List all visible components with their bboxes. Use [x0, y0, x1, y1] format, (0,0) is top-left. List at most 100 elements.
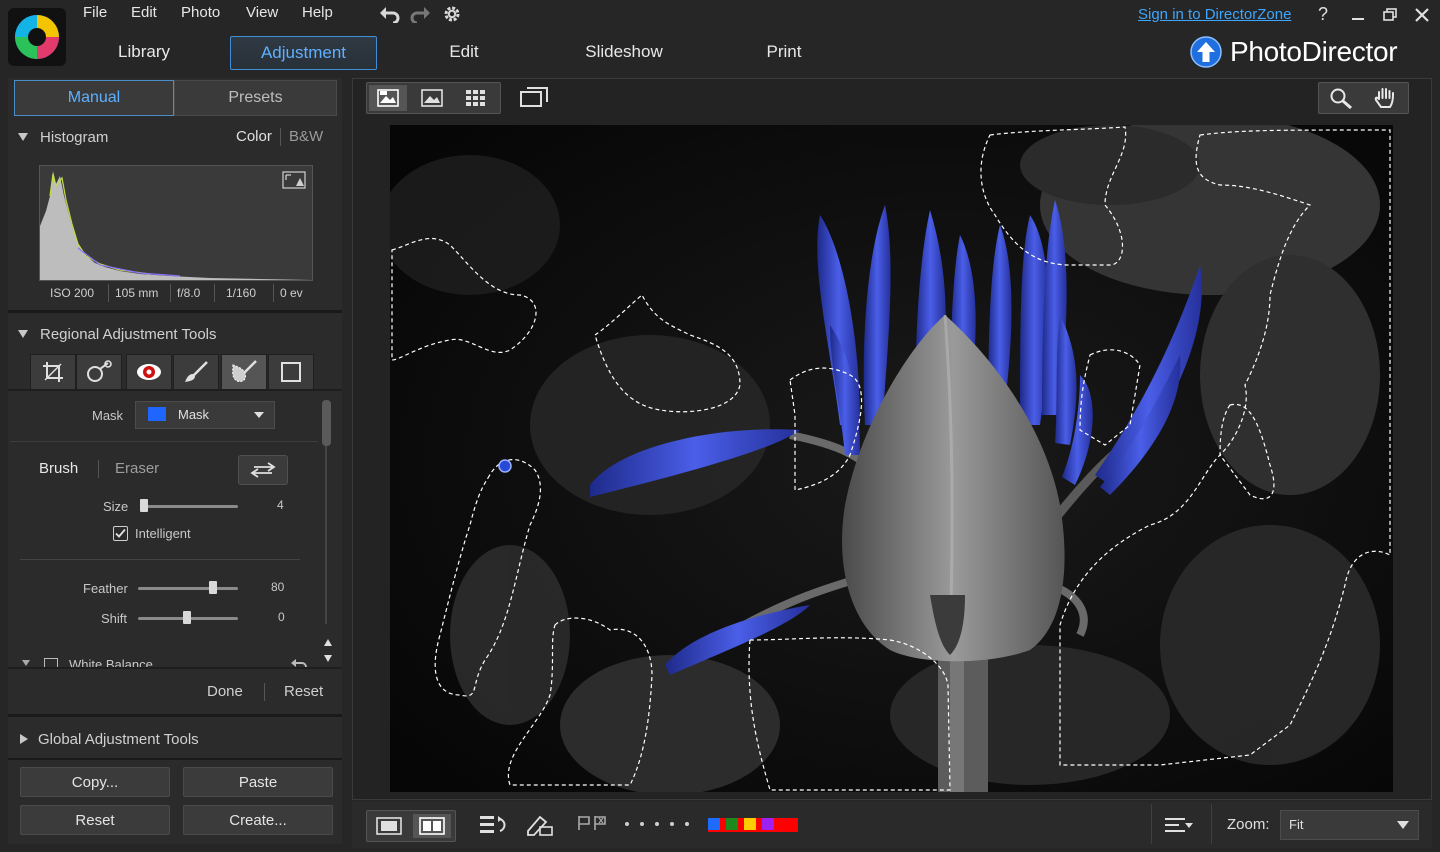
- toolbar-divider: [1151, 804, 1152, 844]
- redo-icon[interactable]: [408, 4, 432, 24]
- close-icon[interactable]: [1412, 6, 1432, 24]
- crop-tool-button[interactable]: [30, 354, 76, 390]
- app-logo[interactable]: [8, 8, 66, 66]
- intelligent-checkbox[interactable]: [113, 526, 128, 541]
- flag-buttons[interactable]: [576, 814, 610, 834]
- color-label-blue[interactable]: [726, 818, 738, 830]
- create-preset-button[interactable]: Create...: [183, 805, 333, 835]
- rotate-button[interactable]: [478, 813, 510, 837]
- color-label-group: [708, 818, 798, 832]
- feather-slider-track[interactable]: [138, 587, 238, 590]
- size-slider-handle[interactable]: [140, 499, 148, 512]
- feather-slider-handle[interactable]: [209, 581, 217, 594]
- regional-section-header[interactable]: Regional Adjustment Tools: [8, 319, 342, 349]
- white-balance-row[interactable]: White Balance: [8, 656, 318, 667]
- eraser-mode-toggle[interactable]: Eraser: [115, 460, 159, 477]
- grid-view-button[interactable]: [457, 85, 495, 111]
- done-button[interactable]: Done: [207, 683, 243, 700]
- second-display-button[interactable]: [518, 84, 550, 110]
- menu-view[interactable]: View: [246, 4, 278, 21]
- done-separator: [8, 667, 342, 669]
- section-separator: [8, 758, 342, 760]
- histogram-bw-toggle[interactable]: B&W: [289, 128, 323, 145]
- settings-gear-icon[interactable]: [441, 3, 463, 25]
- pan-tool-button[interactable]: [1365, 85, 1405, 111]
- layout-toggle-group: [366, 810, 456, 842]
- single-view-button[interactable]: [413, 85, 451, 111]
- shift-value: 0: [278, 610, 285, 624]
- exif-divider: [108, 284, 109, 302]
- intelligent-label: Intelligent: [135, 526, 191, 541]
- mode-library-tab[interactable]: Library: [118, 36, 170, 68]
- menu-photo[interactable]: Photo: [181, 4, 220, 21]
- menu-help[interactable]: Help: [302, 4, 333, 21]
- scroll-up-arrow-icon[interactable]: [321, 636, 335, 648]
- photo-canvas[interactable]: [390, 125, 1393, 792]
- reset-arrow-icon[interactable]: [290, 657, 308, 667]
- help-button[interactable]: ?: [1318, 4, 1328, 25]
- split-layout-button[interactable]: [413, 814, 451, 838]
- color-label-yellow[interactable]: [762, 818, 774, 830]
- mode-print-tab[interactable]: Print: [760, 36, 808, 68]
- second-display-icon: [520, 87, 548, 107]
- size-label: Size: [103, 499, 129, 514]
- hand-icon: [1374, 88, 1394, 108]
- single-layout-button[interactable]: [370, 814, 408, 838]
- histogram-color-toggle[interactable]: Color: [236, 128, 272, 145]
- feather-separator: [20, 559, 300, 560]
- toolbar-divider: [1211, 804, 1212, 844]
- histogram-graph: [39, 165, 313, 281]
- size-slider-track[interactable]: [140, 505, 238, 508]
- copy-button[interactable]: Copy...: [20, 767, 170, 797]
- star-rating[interactable]: [622, 818, 694, 830]
- compare-view-button[interactable]: [369, 85, 407, 111]
- restore-icon[interactable]: [1380, 6, 1400, 24]
- shift-slider-handle[interactable]: [183, 611, 191, 624]
- color-label-purple[interactable]: [780, 818, 792, 830]
- reset-regional-button[interactable]: Reset: [284, 683, 323, 700]
- magnifier-icon: [1330, 88, 1352, 109]
- clipping-warning-icon[interactable]: [282, 171, 306, 189]
- color-label-red[interactable]: [708, 818, 720, 830]
- sign-in-link[interactable]: Sign in to DirectorZone: [1138, 6, 1291, 23]
- collapse-triangle-icon: [18, 133, 28, 141]
- exif-iso: ISO 200: [50, 286, 95, 300]
- mode-adjustment-tab[interactable]: Adjustment: [230, 36, 377, 70]
- reset-button[interactable]: Reset: [20, 805, 170, 835]
- checkmark-icon: [115, 528, 126, 538]
- undo-icon[interactable]: [378, 4, 402, 24]
- sort-menu-button[interactable]: [1163, 816, 1195, 834]
- scroll-down-arrow-icon[interactable]: [321, 653, 335, 665]
- white-balance-label: White Balance: [69, 657, 153, 667]
- paste-button[interactable]: Paste: [183, 767, 333, 797]
- edit-rating-button[interactable]: [524, 813, 554, 837]
- spot-removal-tool-button[interactable]: [76, 354, 122, 390]
- photodirector-logo-icon: [15, 15, 59, 59]
- zoom-dropdown[interactable]: Fit: [1280, 810, 1419, 840]
- brush-tool-button[interactable]: [173, 354, 219, 390]
- tab-manual[interactable]: Manual: [14, 80, 174, 116]
- brush-separator: [10, 441, 318, 442]
- global-section-header[interactable]: Global Adjustment Tools: [8, 724, 342, 754]
- crop-icon: [43, 362, 63, 382]
- mode-slideshow-tab[interactable]: Slideshow: [578, 36, 670, 68]
- mode-edit-tab[interactable]: Edit: [440, 36, 488, 68]
- tab-presets[interactable]: Presets: [174, 80, 337, 116]
- panel-scrollbar-thumb[interactable]: [322, 400, 331, 446]
- brush-mode-toggle[interactable]: Brush: [39, 460, 78, 477]
- red-eye-tool-button[interactable]: [126, 354, 172, 390]
- gradient-mask-tool-button[interactable]: [268, 354, 314, 390]
- exif-divider: [170, 284, 171, 302]
- swap-brush-button[interactable]: [238, 455, 288, 485]
- menu-file[interactable]: File: [83, 4, 107, 21]
- mask-dropdown[interactable]: Mask: [135, 401, 275, 429]
- panel-scrollbar-track[interactable]: [325, 446, 327, 624]
- histogram-toggle-divider: [280, 128, 281, 146]
- adjustment-brush-tool-button[interactable]: [221, 354, 267, 390]
- single-image-icon: [421, 89, 443, 107]
- white-balance-checkbox[interactable]: [44, 658, 58, 667]
- zoom-tool-button[interactable]: [1321, 85, 1361, 111]
- color-label-green[interactable]: [744, 818, 756, 830]
- minimize-icon[interactable]: [1348, 6, 1368, 24]
- menu-edit[interactable]: Edit: [131, 4, 157, 21]
